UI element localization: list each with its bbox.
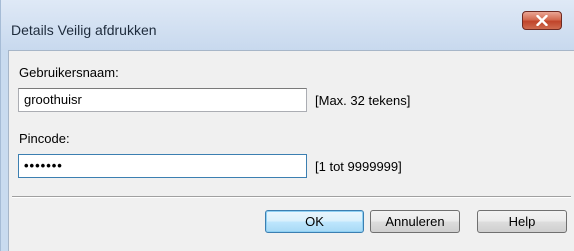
cancel-button-label: Annuleren (385, 214, 445, 229)
help-button[interactable]: Help (477, 210, 567, 233)
pin-value: ••••••• (24, 158, 63, 173)
close-button[interactable] (522, 11, 562, 30)
cancel-button[interactable]: Annuleren (370, 210, 460, 233)
username-value: groothuisr (24, 92, 82, 107)
ok-button[interactable]: OK (265, 210, 364, 233)
dialog-window: Details Veilig afdrukken Gebruikersnaam:… (0, 0, 574, 251)
close-x-icon (536, 15, 548, 26)
window-title: Details Veilig afdrukken (11, 22, 157, 38)
username-field[interactable]: groothuisr (18, 88, 307, 112)
username-label: Gebruikersnaam: (19, 65, 119, 80)
separator (12, 196, 571, 198)
pin-field[interactable]: ••••••• (18, 154, 307, 178)
ok-button-label: OK (305, 214, 324, 229)
pin-label: Pincode: (19, 131, 70, 146)
dialog-body: Gebruikersnaam: groothuisr [Max. 32 teke… (8, 50, 574, 251)
username-hint: [Max. 32 tekens] (315, 93, 411, 108)
title-bar[interactable]: Details Veilig afdrukken (1, 0, 574, 50)
help-button-label: Help (508, 214, 536, 229)
pin-hint: [1 tot 9999999] (315, 159, 402, 174)
